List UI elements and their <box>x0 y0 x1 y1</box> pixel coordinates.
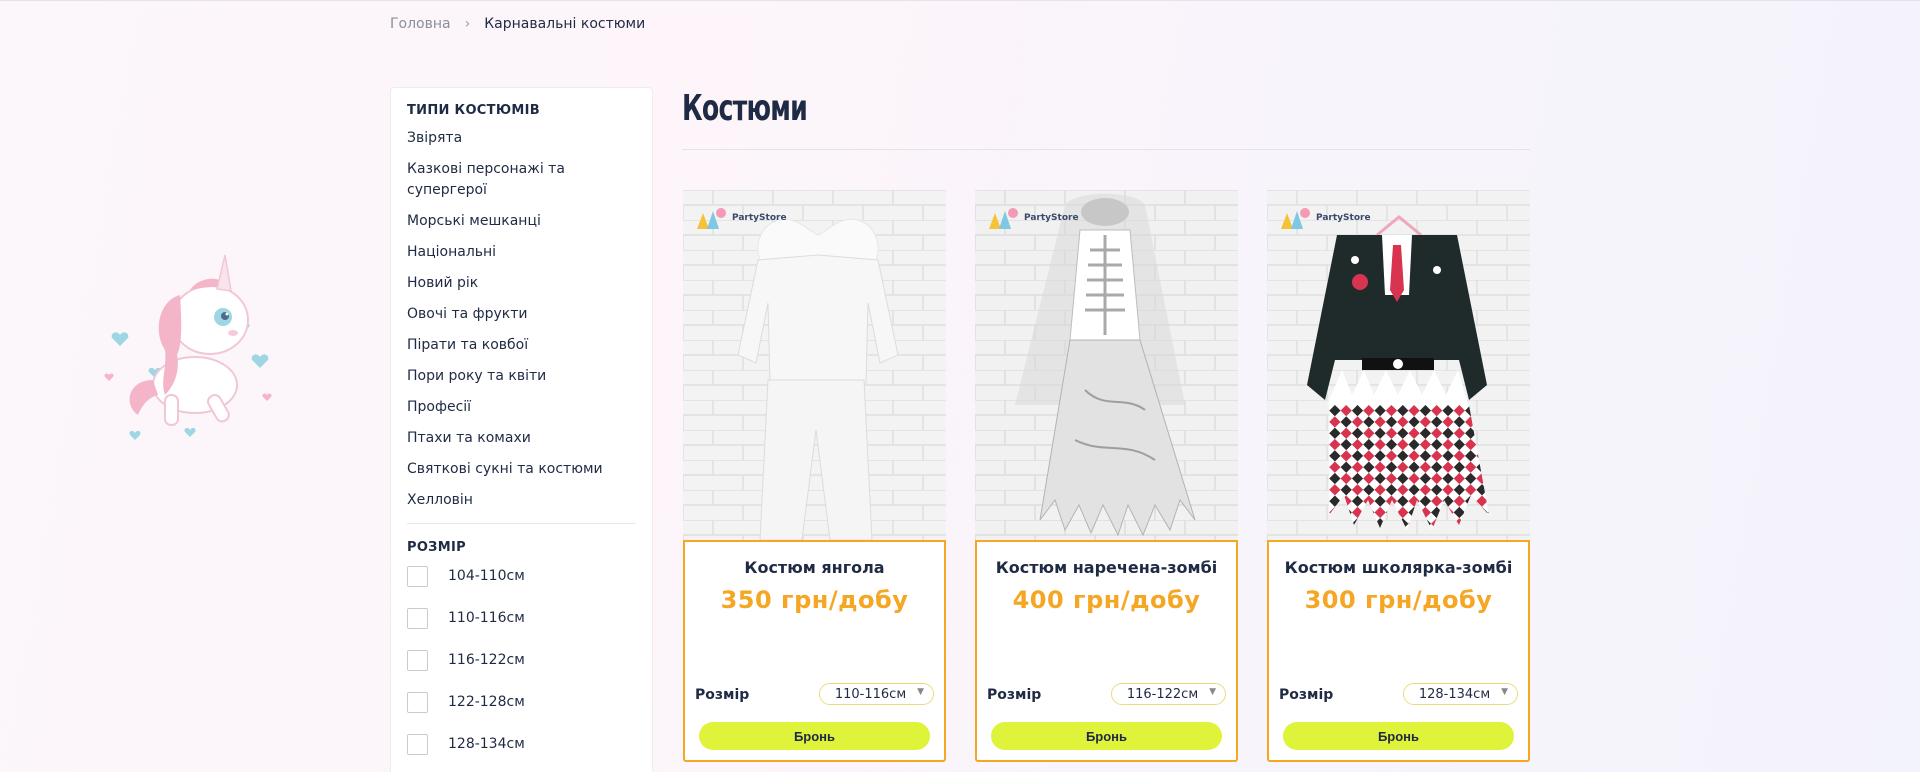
size-filter-option[interactable]: 128-134см <box>407 733 636 755</box>
product-info: Костюм наречена-зомбі 400 грн/добу Розмі… <box>975 540 1238 762</box>
category-item[interactable]: Національні <box>407 242 636 263</box>
size-option-label: 104-110см <box>448 568 525 584</box>
breadcrumb: Головна › Карнавальні костюми <box>390 16 645 32</box>
product-image[interactable]: PartyStore <box>683 190 946 542</box>
size-select-value: 128-134см <box>1418 686 1491 702</box>
category-item[interactable]: Казкові персонажі та супергерої <box>407 159 636 201</box>
size-select[interactable]: 110-116см ▼ <box>819 683 934 705</box>
product-price: 300 грн/добу <box>1304 586 1493 614</box>
page-title: Костюми <box>682 88 808 129</box>
partystore-logo: PartyStore <box>985 205 1079 231</box>
size-option-label: 128-134см <box>448 736 525 752</box>
book-button[interactable]: Бронь <box>991 722 1222 750</box>
costume-types-heading: ТИПИ КОСТЮМІВ <box>407 103 540 118</box>
category-item[interactable]: Святкові сукні та костюми <box>407 459 636 480</box>
size-checkbox[interactable] <box>407 607 428 629</box>
title-divider <box>682 149 1530 150</box>
filter-sidebar: ТИПИ КОСТЮМІВ Звірята Казкові персонажі … <box>390 87 653 772</box>
product-image[interactable]: PartyStore <box>1267 190 1530 542</box>
product-card: PartyStore Костюм наречена-зомбі 400 грн… <box>975 190 1238 762</box>
chevron-down-icon: ▼ <box>1209 687 1216 697</box>
size-filter-option[interactable]: 122-128см <box>407 691 636 713</box>
chevron-down-icon: ▼ <box>917 687 924 697</box>
size-option-label: 122-128см <box>448 694 525 710</box>
product-name[interactable]: Костюм янгола <box>685 558 944 577</box>
category-item[interactable]: Пірати та ковбої <box>407 335 636 356</box>
product-name[interactable]: Костюм школярка-зомбі <box>1269 558 1528 577</box>
chevron-right-icon: › <box>464 16 471 32</box>
size-checkbox[interactable] <box>407 691 428 713</box>
category-item[interactable]: Морські мешканці <box>407 211 636 232</box>
size-option-label: 116-122см <box>448 652 525 668</box>
category-item[interactable]: Хелловін <box>407 490 636 511</box>
category-item[interactable]: Новий рік <box>407 273 636 294</box>
product-price: 350 грн/добу <box>720 586 909 614</box>
product-card: PartyStore Костюм школярка-зомбі 300 грн… <box>1267 190 1530 762</box>
size-filter-heading: РОЗМІР <box>407 540 466 555</box>
size-option-label: 110-116см <box>448 610 525 626</box>
chevron-down-icon: ▼ <box>1501 687 1508 697</box>
breadcrumb-current: Карнавальні костюми <box>484 16 646 32</box>
product-info: Костюм школярка-зомбі 300 грн/добу Розмі… <box>1267 540 1530 762</box>
size-label: Розмір <box>987 687 1042 703</box>
product-card: PartyStore Костюм янгола 350 грн/добу Ро… <box>683 190 946 762</box>
size-label: Розмір <box>1279 687 1334 703</box>
category-item[interactable]: Птахи та комахи <box>407 428 636 449</box>
product-price: 400 грн/добу <box>1012 586 1201 614</box>
size-filter-option[interactable]: 104-110см <box>407 565 636 587</box>
partystore-logo: PartyStore <box>693 205 787 231</box>
product-name[interactable]: Костюм наречена-зомбі <box>977 558 1236 577</box>
size-checkbox[interactable] <box>407 733 428 755</box>
partystore-logo: PartyStore <box>1277 205 1371 231</box>
category-list: Звірята Казкові персонажі та супергерої … <box>407 128 636 511</box>
size-filter-list: 104-110см 110-116см 116-122см 122-128см … <box>407 565 636 755</box>
category-item[interactable]: Професії <box>407 397 636 418</box>
size-select[interactable]: 116-122см ▼ <box>1111 683 1226 705</box>
size-label: Розмір <box>695 687 750 703</box>
size-select-value: 116-122см <box>1126 686 1199 702</box>
top-divider <box>0 0 1920 1</box>
unicorn-illustration <box>95 245 285 455</box>
breadcrumb-home-link[interactable]: Головна <box>390 16 451 32</box>
product-image[interactable]: PartyStore <box>975 190 1238 542</box>
size-select-value: 110-116см <box>834 686 907 702</box>
book-button[interactable]: Бронь <box>699 722 930 750</box>
size-select[interactable]: 128-134см ▼ <box>1403 683 1518 705</box>
size-filter-option[interactable]: 116-122см <box>407 649 636 671</box>
size-checkbox[interactable] <box>407 565 428 587</box>
category-item[interactable]: Овочі та фрукти <box>407 304 636 325</box>
book-button[interactable]: Бронь <box>1283 722 1514 750</box>
size-filter-option[interactable]: 110-116см <box>407 607 636 629</box>
size-checkbox[interactable] <box>407 649 428 671</box>
sidebar-divider <box>407 523 636 524</box>
category-item[interactable]: Звірята <box>407 128 636 149</box>
product-info: Костюм янгола 350 грн/добу Розмір 110-11… <box>683 540 946 762</box>
category-item[interactable]: Пори року та квіти <box>407 366 636 387</box>
